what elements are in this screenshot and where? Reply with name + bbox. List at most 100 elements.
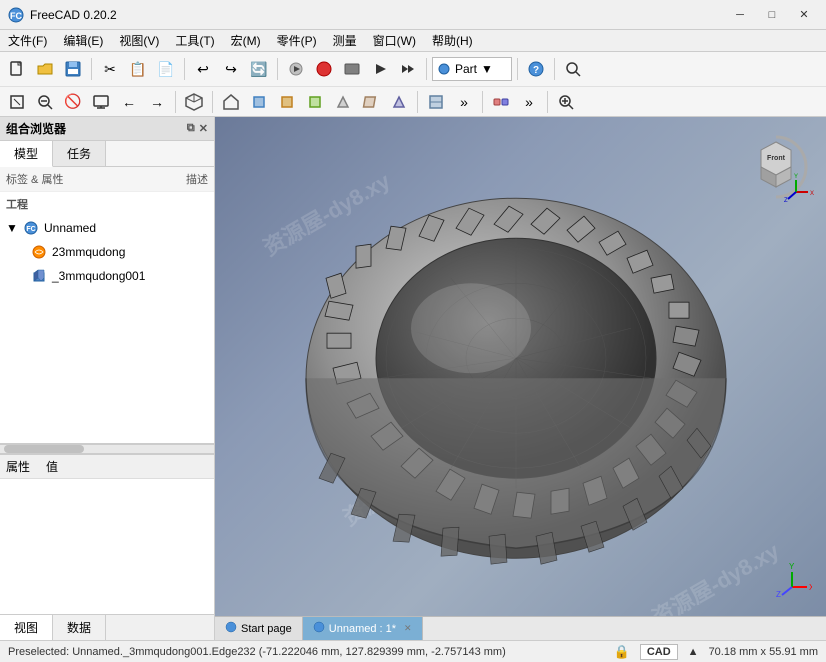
toolbar-sep-7 [175,91,176,113]
panel-float-button[interactable]: ⧉ [187,122,195,135]
zoom-fit-button[interactable] [4,89,30,115]
paste-button[interactable]: 📄 [153,56,179,82]
toolbar-sep-5 [517,58,518,80]
monitor-button[interactable] [88,89,114,115]
forward-button[interactable]: → [144,89,170,115]
view-top-button[interactable] [246,89,272,115]
panel-title: 组合浏览器 [6,120,66,137]
undo-button[interactable]: ↩ [190,56,216,82]
viewport-tabs: Start page Unnamed : 1* ✕ [215,616,826,640]
view-more-btn2[interactable]: » [451,89,477,115]
view-rear-button[interactable] [330,89,356,115]
svg-text:Y: Y [794,174,798,180]
open-button[interactable] [32,56,58,82]
zoom-area-button[interactable] [553,89,579,115]
toolbar-sep-6 [554,58,555,80]
tree-item-23mm[interactable]: 23mmqudong [0,240,214,264]
bottom-tab-data[interactable]: 数据 [53,615,106,640]
unnamed-tab-label: Unnamed : 1* [329,623,396,635]
bottom-tab-view[interactable]: 视图 [0,615,53,640]
back-button[interactable]: ← [116,89,142,115]
workbench-arrow: ▼ [481,62,493,76]
tree-item-3mm[interactable]: _3mmqudong001 [0,264,214,288]
panel-tabs: 模型 任务 [0,141,214,167]
new-button[interactable] [4,56,30,82]
window-controls: ─ □ ✕ [726,5,818,25]
record-button[interactable] [339,56,365,82]
cut-button[interactable]: ✂ [97,56,123,82]
save-button[interactable] [60,56,86,82]
svg-text:FC: FC [26,226,35,233]
menu-window[interactable]: 窗口(W) [365,30,424,51]
status-bar: Preselected: Unnamed._3mmqudong001.Edge2… [0,640,826,662]
fast-forward-button[interactable] [395,56,421,82]
view-right-button[interactable] [302,89,328,115]
refresh-button[interactable]: 🔄 [246,56,272,82]
tree-item-unnamed-label: Unnamed [44,221,208,235]
view-more-btn3[interactable]: » [516,89,542,115]
unnamed-icon: FC [22,219,40,237]
maximize-button[interactable]: □ [758,5,786,25]
search-button[interactable] [560,56,586,82]
toolbar-sep-2 [184,58,185,80]
toolbar-sep-11 [547,91,548,113]
copy-button[interactable]: 📋 [125,56,151,82]
tree-item-unnamed[interactable]: ▼ FC Unnamed [0,216,214,240]
box-icon-3mm [30,267,48,285]
cad-badge[interactable]: CAD [640,644,678,660]
minimize-button[interactable]: ─ [726,5,754,25]
start-page-tab-icon [225,621,237,636]
panel-tree: 标签 & 属性 描述 工程 ▼ FC Unnamed [0,167,214,444]
menu-macro[interactable]: 宏(M) [223,30,269,51]
tab-tasks[interactable]: 任务 [53,141,106,166]
toolbar-sep-1 [91,58,92,80]
panel-actions: ⧉ ✕ [187,122,208,135]
tree-item-23mm-label: 23mmqudong [52,245,208,259]
workbench-dropdown[interactable]: Part ▼ [432,57,512,81]
close-button[interactable]: ✕ [790,5,818,25]
stereo-button[interactable] [488,89,514,115]
left-panel: 组合浏览器 ⧉ ✕ 模型 任务 标签 & 属性 描述 工程 ▼ FC Unnam… [0,117,215,640]
axis-indicator: X Y Z [772,557,812,600]
view-bottom-button[interactable] [386,89,412,115]
panel-bottom-tabs: 视图 数据 [0,614,214,640]
menu-edit[interactable]: 编辑(E) [55,30,111,51]
no-entry-button[interactable]: 🚫 [60,89,86,115]
menu-measure[interactable]: 测量 [325,30,365,51]
gear-3d-model [251,158,791,618]
viewport[interactable]: 资源屋-dy8.xy 资源屋-dy8.xy 资源屋-dy8.xy 资源屋-dy8… [215,117,826,640]
tab-unnamed-1[interactable]: Unnamed : 1* ✕ [303,617,423,641]
redo-button[interactable]: ↪ [218,56,244,82]
view-left-button[interactable] [358,89,384,115]
zoom-out-button[interactable] [32,89,58,115]
menu-tools[interactable]: 工具(T) [167,30,222,51]
panel-close-button[interactable]: ✕ [199,122,208,135]
tree-col-label: 标签 & 属性 [6,171,186,187]
play-button[interactable] [367,56,393,82]
status-right: 🔒 CAD ▲ 70.18 mm x 55.91 mm [614,644,818,660]
toolbar-sep-9 [417,91,418,113]
tree-header: 标签 & 属性 描述 [0,167,214,192]
menu-help[interactable]: 帮助(H) [424,30,481,51]
main-content: 组合浏览器 ⧉ ✕ 模型 任务 标签 & 属性 描述 工程 ▼ FC Unnam… [0,117,826,640]
menu-part[interactable]: 零件(P) [269,30,325,51]
tab-start-page[interactable]: Start page [215,617,303,641]
app-title: FreeCAD 0.20.2 [30,8,726,22]
workbench-label: Part [455,62,477,76]
tab-model[interactable]: 模型 [0,141,53,167]
stop-button[interactable] [311,56,337,82]
toolbar-row-1: ✂ 📋 📄 ↩ ↪ 🔄 Part ▼ ? [0,52,826,86]
menu-view[interactable]: 视图(V) [111,30,167,51]
view-front-button[interactable] [274,89,300,115]
horizontal-scrollbar[interactable] [0,444,214,454]
toolbar-sep-3 [277,58,278,80]
unnamed-tab-close[interactable]: ✕ [404,623,412,634]
macro-button[interactable] [283,56,309,82]
view-more-btn1[interactable] [423,89,449,115]
svg-text:Z: Z [776,590,781,597]
view-home-button[interactable] [218,89,244,115]
3d-view-button[interactable] [181,89,207,115]
properties-content [0,479,214,487]
help-button[interactable]: ? [523,56,549,82]
menu-file[interactable]: 文件(F) [0,30,55,51]
